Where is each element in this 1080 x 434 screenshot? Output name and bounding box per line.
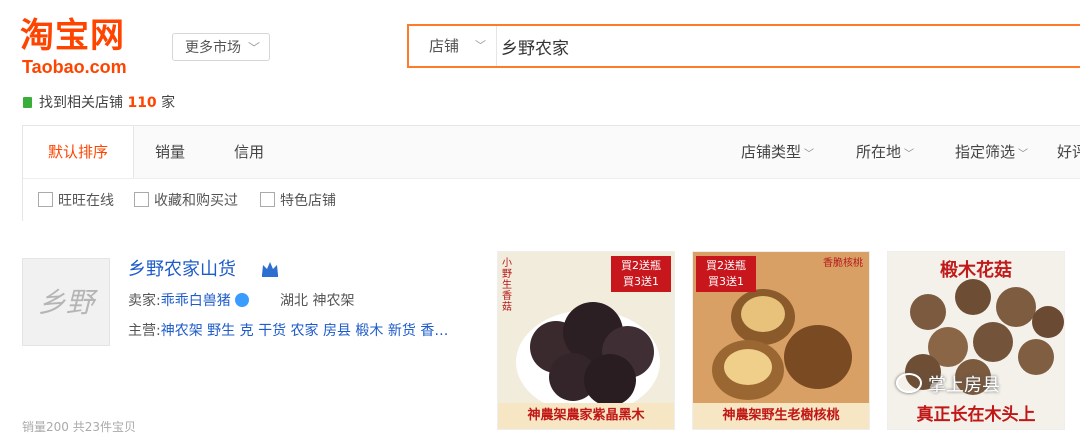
checkbox-box[interactable] [38, 192, 53, 207]
promo-tag: 買2送瓶 買3送1 [611, 256, 671, 292]
filter-shop-type-label: 店铺类型 [741, 143, 802, 161]
seller-info: 卖家:乖乖白兽猪 [128, 292, 249, 310]
shop-location: 湖北 神农架 [280, 293, 355, 309]
filter-location[interactable]: 所在地 ﹀ [856, 126, 914, 178]
wechat-icon [896, 373, 922, 393]
product-banner: 真正长在木头上 [888, 401, 1064, 429]
sort-tab-default[interactable]: 默认排序 [23, 126, 134, 179]
main-business-keywords[interactable]: 神农架 野生 克 干货 农家 房县 椴木 新货 香… [161, 323, 449, 339]
product-side-text: 香脆核桃 [823, 258, 863, 269]
sort-row: 默认排序 销量 信用 店铺类型 ﹀ 所在地 ﹀ 指定筛选 ﹀ 好评 [23, 126, 1080, 179]
shop-logo[interactable]: 乡野 [22, 258, 110, 346]
promo-tag-line: 買3送1 [708, 275, 744, 288]
promo-tag-line: 買2送瓶 [706, 259, 746, 272]
checkbox-label: 特色店铺 [280, 193, 336, 209]
crown-icon [262, 262, 278, 277]
checkbox-label: 旺旺在线 [58, 193, 114, 209]
chevron-down-icon: ﹀ [904, 149, 915, 160]
sort-tab-sales[interactable]: 销量 [155, 126, 185, 178]
taobao-logo-url[interactable]: Taobao.com [22, 56, 127, 78]
seller-nick-link[interactable]: 乖乖白兽猪 [161, 293, 231, 309]
shop-logo-text: 乡野 [37, 286, 94, 319]
product-banner: 神農架農家紫晶黑木 [498, 403, 674, 429]
watermark-text: 掌上房县 [928, 375, 1000, 396]
result-count-prefix: 找到相关店铺 [39, 95, 123, 111]
search-type-dropdown[interactable]: 店铺 ﹀ [409, 26, 497, 66]
checkbox-featured-shop[interactable]: 特色店铺 [260, 192, 336, 210]
flag-icon [23, 97, 32, 108]
more-markets-label: 更多市场 [185, 40, 241, 56]
search-box: 店铺 ﹀ [407, 24, 1080, 68]
product-thumbnail[interactable]: 椴木花菇 掌上房县 真正长在木头上 [887, 251, 1065, 430]
result-count-number: 110 [127, 95, 157, 111]
taobao-logo[interactable]: 淘宝网 [20, 16, 125, 56]
checkbox-label: 收藏和购买过 [154, 193, 238, 209]
main-business: 主营:神农架 野生 克 干货 农家 房县 椴木 新货 香… [128, 322, 448, 340]
chevron-down-icon: ﹀ [1018, 149, 1029, 160]
promo-tag: 買2送瓶 買3送1 [696, 256, 756, 292]
checkbox-wangwang-online[interactable]: 旺旺在线 [38, 192, 114, 210]
seller-label: 卖家: [128, 293, 161, 309]
chevron-down-icon: ﹀ [247, 41, 260, 55]
checkbox-box[interactable] [260, 192, 275, 207]
more-markets-dropdown[interactable]: 更多市场 ﹀ [172, 33, 270, 61]
result-count-suffix: 家 [161, 95, 176, 111]
product-thumbnail[interactable]: 買2送瓶 買3送1 小野生香菇 神農架農家紫晶黑木 [497, 251, 675, 430]
filter-location-label: 所在地 [856, 143, 902, 161]
verified-icon [234, 293, 249, 307]
product-thumbnail[interactable]: 買2送瓶 買3送1 香脆核桃 神農架野生老樹核桃 [692, 251, 870, 430]
chevron-down-icon: ﹀ [475, 39, 486, 52]
filter-bar: 默认排序 销量 信用 店铺类型 ﹀ 所在地 ﹀ 指定筛选 ﹀ 好评 旺旺在线 收藏和购… [22, 125, 1080, 222]
filter-rating[interactable]: 好评 [1057, 126, 1080, 178]
watermark: 掌上房县 [896, 371, 1000, 397]
checkbox-box[interactable] [134, 192, 149, 207]
search-type-label: 店铺 [429, 37, 460, 55]
checkbox-row: 旺旺在线 收藏和购买过 特色店铺 [23, 178, 1080, 222]
product-banner: 神農架野生老樹核桃 [693, 403, 869, 429]
filter-shop-type[interactable]: 店铺类型 ﹀ [741, 126, 814, 178]
product-title: 椴木花菇 [940, 260, 1012, 281]
shop-name-link[interactable]: 乡野农家山货 [128, 258, 236, 282]
chevron-down-icon: ﹀ [804, 149, 815, 160]
product-side-text: 小野生香菇 [502, 258, 512, 313]
sort-tab-credit[interactable]: 信用 [234, 126, 264, 178]
promo-tag-line: 買2送瓶 [621, 259, 661, 272]
filter-specified[interactable]: 指定筛选 ﹀ [955, 126, 1028, 178]
search-input[interactable] [501, 26, 1080, 66]
filter-specified-label: 指定筛选 [955, 143, 1016, 161]
promo-tag-line: 買3送1 [623, 275, 659, 288]
main-business-label: 主营: [128, 323, 161, 339]
shop-stats: 销量200 共23件宝贝 [22, 420, 136, 434]
result-count: 找到相关店铺 110 家 [23, 93, 175, 113]
checkbox-favorited-purchased[interactable]: 收藏和购买过 [134, 192, 238, 210]
